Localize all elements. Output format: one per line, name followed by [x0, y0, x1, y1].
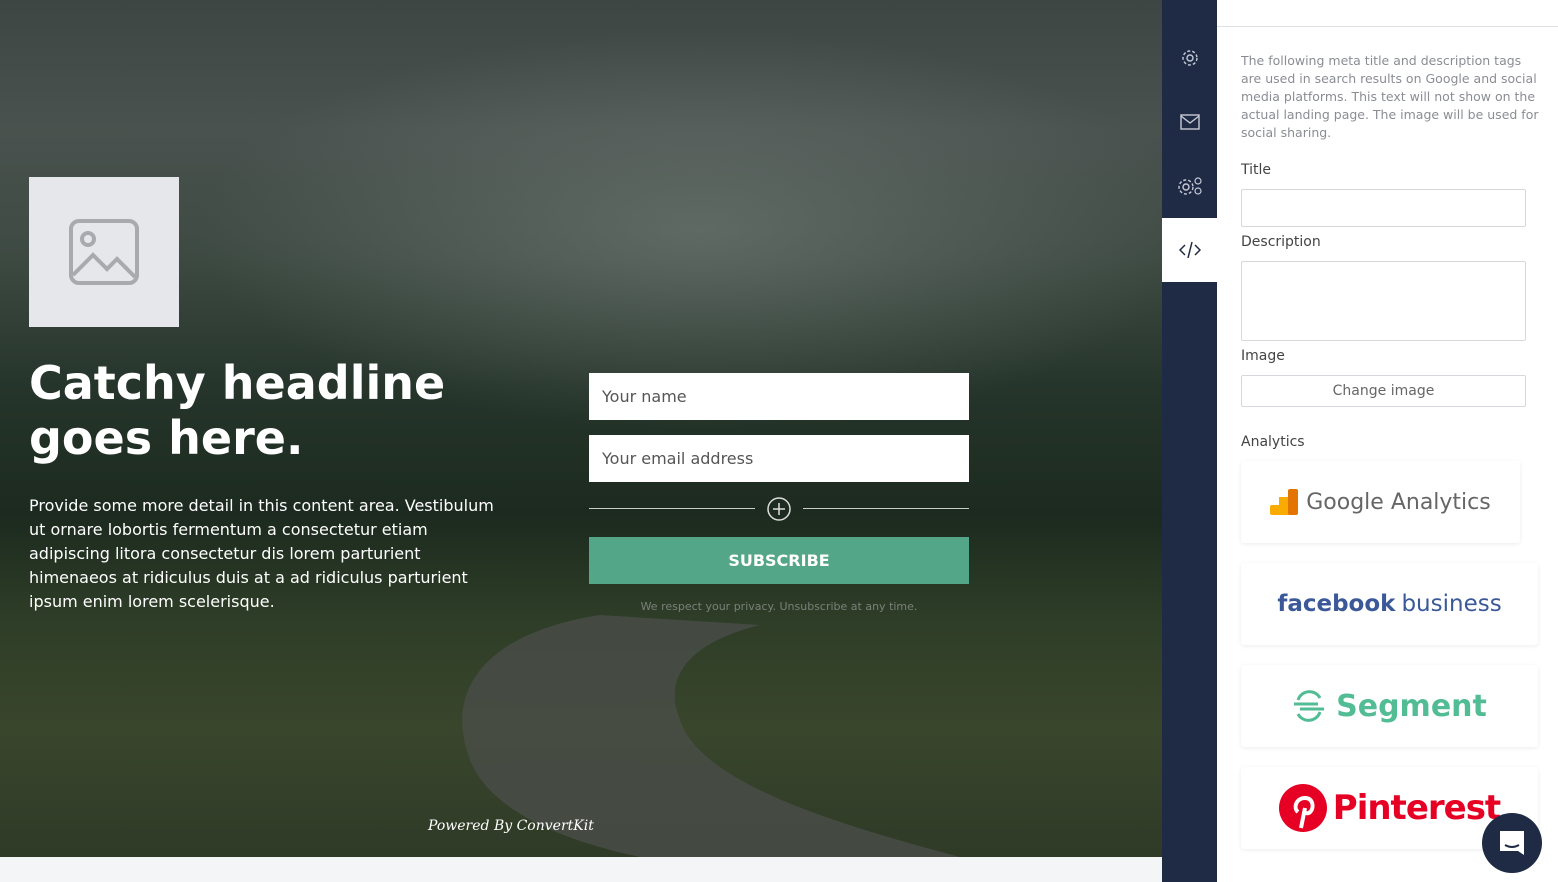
powered-by-link[interactable]: Powered By ConvertKit — [428, 818, 594, 834]
title-label: Title — [1241, 162, 1272, 178]
subscribe-button[interactable]: SUBSCRIBE — [589, 537, 969, 584]
description-textarea[interactable] — [1241, 261, 1526, 341]
google-analytics-card[interactable]: Google Analytics — [1241, 461, 1520, 543]
image-icon — [69, 219, 139, 285]
facebook-suffix: business — [1401, 591, 1502, 617]
rail-email[interactable] — [1162, 90, 1217, 154]
detail-text[interactable]: Provide some more detail in this content… — [29, 494, 499, 614]
canvas-footer — [0, 857, 1162, 882]
facebook-name: facebook — [1277, 591, 1396, 617]
privacy-text: We respect your privacy. Unsubscribe at … — [640, 600, 918, 613]
name-input[interactable]: Your name — [589, 373, 969, 420]
settings-rail — [1162, 0, 1217, 882]
google-analytics-logo-icon — [1270, 489, 1299, 515]
segment-logo-icon — [1294, 690, 1325, 722]
description-label: Description — [1241, 234, 1321, 250]
chat-icon — [1500, 831, 1524, 855]
rail-advanced[interactable] — [1162, 154, 1217, 218]
code-icon — [1178, 241, 1201, 259]
chat-launcher-button[interactable] — [1482, 813, 1542, 873]
image-label: Image — [1241, 348, 1285, 364]
advanced-settings-icon — [1177, 177, 1202, 195]
header-divider — [1217, 26, 1558, 27]
add-field-separator — [589, 497, 969, 521]
change-image-button[interactable]: Change image — [1241, 375, 1526, 407]
analytics-label: Analytics — [1241, 434, 1305, 450]
segment-card[interactable]: Segment — [1241, 665, 1538, 747]
segment-name: Segment — [1336, 688, 1487, 724]
add-field-icon[interactable] — [767, 497, 791, 521]
headline[interactable]: Catchy headline goes here. — [29, 356, 499, 466]
mail-icon — [1179, 114, 1200, 130]
rail-code[interactable] — [1162, 218, 1217, 282]
landing-page-canvas: Catchy headline goes here. Provide some … — [0, 0, 1162, 857]
google-analytics-name: Google Analytics — [1306, 489, 1491, 515]
facebook-business-card[interactable]: facebook business — [1241, 563, 1538, 645]
intro-text: The following meta title and description… — [1241, 53, 1539, 140]
meta-settings-panel: The following meta title and description… — [1217, 0, 1558, 882]
pinterest-logo-icon — [1278, 784, 1327, 832]
pinterest-name: Pinterest — [1332, 788, 1501, 828]
image-placeholder[interactable] — [29, 177, 179, 327]
title-input[interactable] — [1241, 189, 1526, 227]
rail-settings[interactable] — [1162, 26, 1217, 90]
settings-icon — [1181, 50, 1198, 66]
email-input[interactable]: Your email address — [589, 435, 969, 482]
